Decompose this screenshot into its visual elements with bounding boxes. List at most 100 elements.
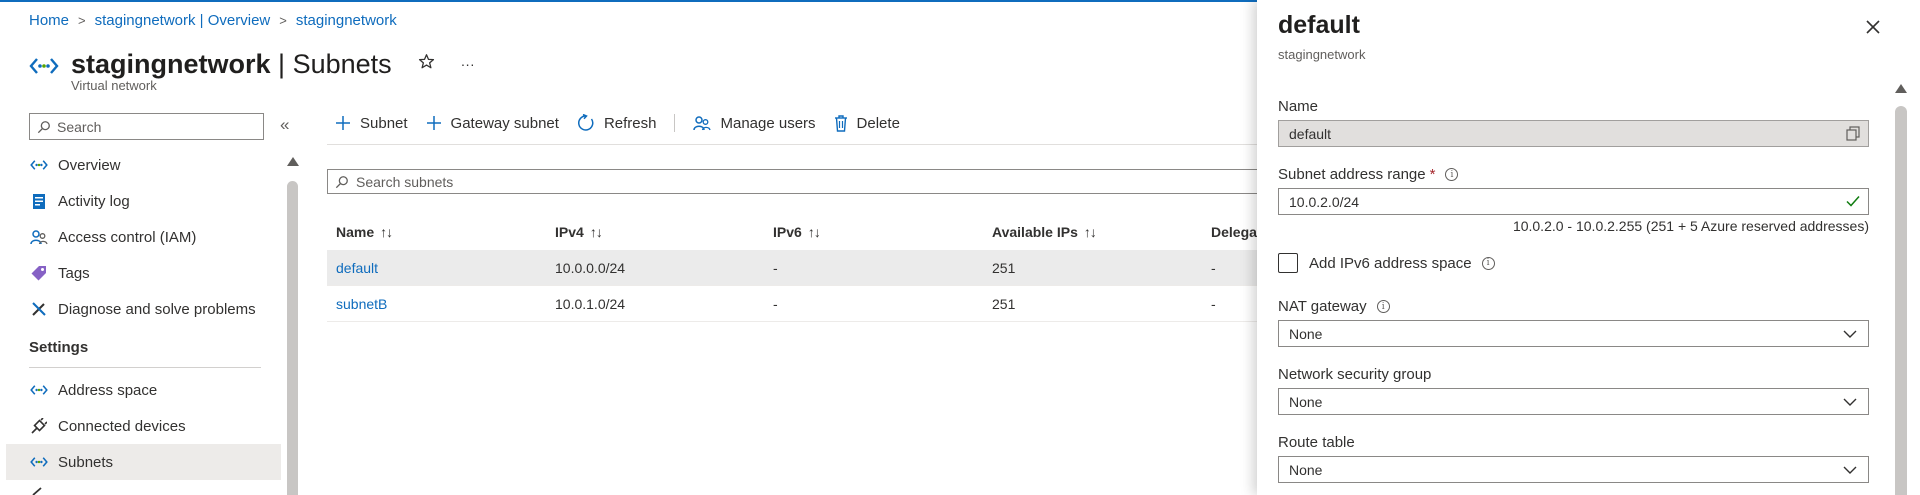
toolbar-divider [674, 114, 676, 132]
subnet-range-value: 10.0.2.0/24 [1289, 193, 1360, 210]
sidebar-item-label: Subnets [58, 453, 114, 471]
people-icon [693, 115, 712, 131]
panel-scrollbar[interactable] [1894, 82, 1908, 495]
sidebar-item-iam[interactable]: Access control (IAM) [6, 219, 281, 255]
ipv6-cell: - [773, 259, 778, 276]
column-header-delegated[interactable]: Delega [1202, 224, 1257, 240]
add-subnet-button[interactable]: Subnet [335, 115, 408, 132]
ipv4-cell: 10.0.1.0/24 [555, 295, 626, 312]
sidebar-scroll-thumb[interactable] [287, 181, 298, 495]
log-icon [29, 191, 49, 211]
network-icon [29, 452, 49, 472]
subnet-name-link[interactable]: subnetB [327, 296, 546, 312]
nsg-select[interactable]: None [1278, 388, 1869, 415]
add-gateway-subnet-button[interactable]: Gateway subnet [426, 115, 559, 132]
nsg-label: Network security group [1278, 366, 1431, 383]
add-subnet-label: Subnet [360, 114, 408, 132]
sidebar: Overview Activity log Access control (IA… [6, 147, 281, 495]
column-label: Available IPs [992, 224, 1078, 240]
chevron-right-icon: > [279, 13, 287, 28]
sidebar-scrollbar[interactable] [287, 157, 299, 495]
plug-icon [29, 416, 49, 436]
sidebar-item-overview[interactable]: Overview [6, 147, 281, 183]
sidebar-item-tags[interactable]: Tags [6, 255, 281, 291]
more-options-icon[interactable]: ··· [461, 56, 475, 72]
breadcrumb-overview[interactable]: stagingnetwork | Overview [95, 12, 271, 29]
label-text: Subnet address range [1278, 166, 1426, 183]
route-table-value: None [1289, 461, 1323, 478]
info-icon[interactable]: i [1445, 168, 1459, 181]
sidebar-item-connected-devices[interactable]: Connected devices [6, 408, 281, 444]
nav-search-placeholder: Search [57, 118, 102, 135]
page-subtitle: Virtual network [71, 78, 157, 93]
sidebar-item-label: Tags [58, 264, 90, 282]
delete-button[interactable]: Delete [834, 115, 900, 132]
column-header-ipv6[interactable]: IPv6 ↑↓ [764, 224, 983, 240]
scroll-up-arrow-icon[interactable] [287, 157, 299, 166]
info-icon[interactable]: i [1481, 256, 1495, 270]
page-title: stagingnetwork | Subnets [71, 49, 392, 80]
collapse-menu-icon[interactable]: « [280, 115, 289, 135]
ipv4-cell: 10.0.0.0/24 [555, 259, 626, 276]
breadcrumb-network[interactable]: stagingnetwork [296, 12, 397, 29]
search-icon [37, 120, 50, 133]
sidebar-item-diagnose[interactable]: Diagnose and solve problems [6, 291, 281, 327]
subnet-range-hint: 10.0.2.0 - 10.0.2.255 (251 + 5 Azure res… [1512, 218, 1869, 234]
column-header-ipv4[interactable]: IPv4 ↑↓ [546, 224, 764, 240]
table-row[interactable]: subnetB 10.0.1.0/24 - 251 - [327, 286, 1257, 322]
required-asterisk: * [1429, 166, 1436, 183]
table-header: Name ↑↓ IPv4 ↑↓ IPv6 ↑↓ Available IPs ↑↓ Del… [327, 214, 1257, 250]
refresh-icon [577, 114, 595, 132]
copy-icon[interactable] [1846, 126, 1860, 144]
panel-scroll-thumb[interactable] [1895, 106, 1907, 495]
info-icon[interactable]: i [1376, 300, 1390, 313]
name-field[interactable]: default [1278, 120, 1869, 147]
network-icon [29, 380, 49, 400]
sidebar-divider [29, 367, 261, 368]
ipv6-cell: - [773, 295, 778, 312]
nav-search-input[interactable]: Search [29, 113, 264, 140]
sort-icon[interactable]: ↑↓ [590, 224, 603, 240]
search-subnets-input[interactable]: Search subnets [327, 169, 1257, 194]
name-label: Name [1278, 98, 1318, 115]
trash-icon [834, 114, 848, 132]
gateway-subnet-label: Gateway subnet [450, 114, 559, 132]
route-table-select[interactable]: None [1278, 456, 1869, 483]
virtual-network-icon [29, 56, 59, 86]
delete-label: Delete [856, 114, 900, 132]
column-header-name[interactable]: Name ↑↓ [327, 224, 546, 240]
title-separator: | [270, 48, 293, 79]
tag-icon [29, 263, 49, 283]
sidebar-item-label: Overview [58, 156, 121, 174]
sidebar-item-address-space[interactable]: Address space [6, 372, 281, 408]
sidebar-item-activity-log[interactable]: Activity log [6, 183, 281, 219]
label-text: Name [1278, 98, 1319, 115]
scroll-up-arrow-icon[interactable] [1895, 84, 1907, 93]
column-header-available-ips[interactable]: Available IPs ↑↓ [983, 224, 1202, 240]
refresh-button[interactable]: Refresh [577, 114, 656, 132]
sidebar-item-subnets[interactable]: Subnets [6, 444, 281, 480]
nat-gateway-value: None [1289, 325, 1323, 342]
table-row[interactable]: default 10.0.0.0/24 - 251 - [327, 250, 1257, 286]
sidebar-item-label: Access control (IAM) [58, 228, 197, 246]
subnet-name-link[interactable]: default [327, 260, 546, 276]
sort-icon[interactable]: ↑↓ [1084, 224, 1097, 240]
toolbar-divider-line [327, 144, 1257, 145]
close-icon[interactable] [1862, 16, 1884, 38]
favorite-star-icon[interactable] [418, 53, 435, 75]
breadcrumb: Home > stagingnetwork | Overview > stagi… [29, 12, 397, 29]
nat-gateway-select[interactable]: None [1278, 320, 1869, 347]
sort-icon[interactable]: ↑↓ [808, 224, 821, 240]
manage-users-button[interactable]: Manage users [693, 115, 816, 132]
add-ipv6-checkbox[interactable] [1278, 253, 1298, 273]
sort-icon[interactable]: ↑↓ [380, 224, 393, 240]
chevron-down-icon [1843, 327, 1857, 344]
breadcrumb-home[interactable]: Home [29, 12, 69, 29]
subnets-table: Name ↑↓ IPv4 ↑↓ IPv6 ↑↓ Available IPs ↑↓ Del… [327, 214, 1257, 322]
sidebar-item-partial[interactable] [6, 480, 281, 495]
delegated-cell: - [1211, 259, 1216, 276]
delegated-cell: - [1211, 295, 1216, 312]
available-ips-cell: 251 [992, 295, 1016, 312]
add-ipv6-checkbox-row[interactable]: Add IPv6 address space i [1278, 253, 1495, 273]
subnet-range-input[interactable]: 10.0.2.0/24 [1278, 188, 1869, 215]
